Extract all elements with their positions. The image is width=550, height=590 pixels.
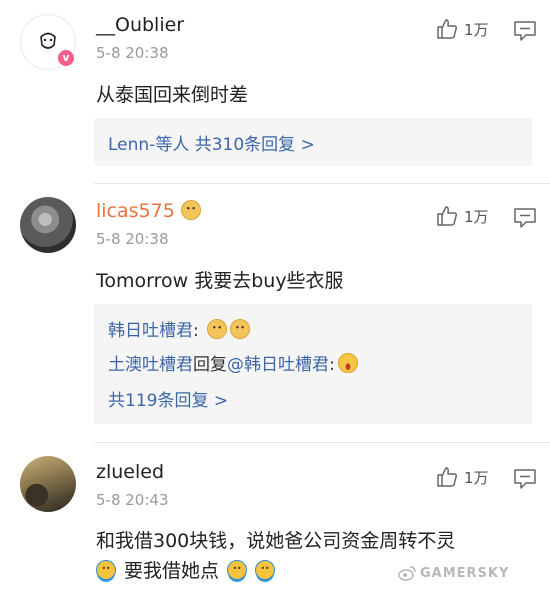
emoji-laugh-icon [337,353,358,373]
emoji-cat-icon [180,200,201,220]
like-count: 1万 [464,469,489,487]
like-button[interactable]: 1万 [436,466,492,490]
user-avatar-icon [40,32,56,49]
reply-summary-box[interactable]: Lenn-等人 共310条回复 > [94,118,532,166]
comment-reply-icon[interactable] [514,469,536,489]
timestamp: 5-8 20:43 [96,491,169,509]
view-replies-link[interactable]: Lenn-等人 共310条回复 > [108,130,315,155]
comment-reply-icon[interactable] [514,208,536,228]
comment-reply-icon[interactable] [514,21,536,41]
weibo-icon [398,566,416,581]
like-button[interactable]: 1万 [436,18,492,42]
comment-text-line-2: 要我借她点 [96,556,276,583]
reply-item-2[interactable]: 土澳吐槽君回复@韩日吐槽君: [108,350,358,375]
watermark: GAMERSKY [420,566,510,581]
emoji-cat-icon [230,319,251,339]
like-button[interactable]: 1万 [436,205,492,229]
timestamp: 5-8 20:38 [96,230,169,248]
reply-item-1[interactable]: 韩日吐槽君: [108,316,251,341]
divider [94,183,550,184]
timestamp: 5-8 20:38 [96,44,169,62]
emoji-shrug-icon [96,560,116,580]
thumbs-up-icon [437,19,458,39]
like-count: 1万 [464,21,489,39]
user-avatar[interactable] [20,456,76,512]
view-replies-link[interactable]: 共119条回复 > [108,386,228,411]
user-avatar[interactable] [20,197,76,253]
thumbs-up-icon [437,467,458,487]
emoji-shrug-icon [227,560,248,580]
username[interactable]: __Oublier [96,14,184,36]
divider [94,442,550,443]
comment-text: Tomorrow 我要去buy些衣服 [96,270,344,292]
vip-badge-icon: v [56,48,76,68]
comment-text: 从泰国回来倒时差 [96,84,249,106]
username[interactable]: licas575 [96,200,201,222]
reply-list-box: 韩日吐槽君: 土澳吐槽君回复@韩日吐槽君: 共119条回复 > [94,304,532,424]
like-count: 1万 [464,208,489,226]
username[interactable]: zlueled [96,461,164,483]
emoji-cat-icon [207,319,228,339]
emoji-shrug-icon [255,560,276,580]
comment-text-line-1: 和我借300块钱，说她爸公司资金周转不灵 [96,530,456,552]
thumbs-up-icon [437,206,458,226]
